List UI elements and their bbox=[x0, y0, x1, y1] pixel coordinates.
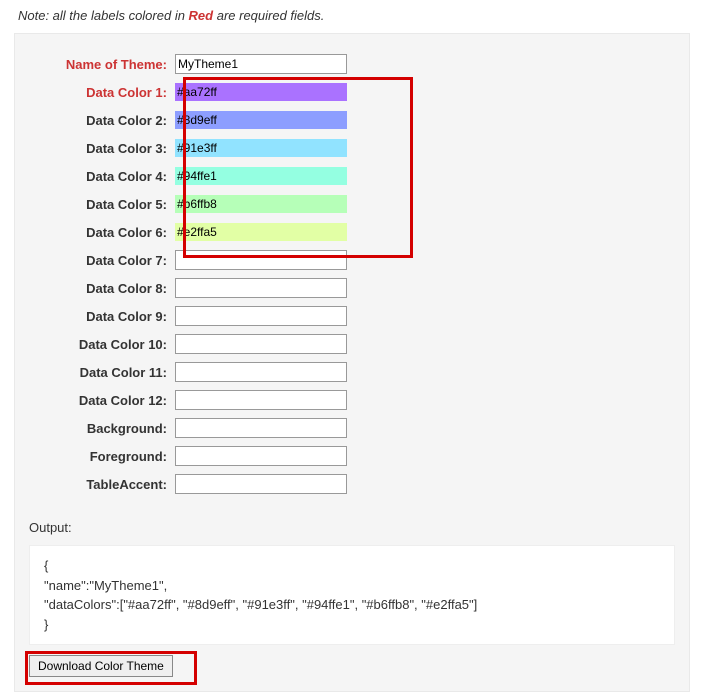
input-foreground[interactable] bbox=[175, 446, 347, 466]
swatch-color-3[interactable]: #91e3ff bbox=[175, 139, 347, 157]
swatch-color-6[interactable]: #e2ffa5 bbox=[175, 223, 347, 241]
label-color-8: Data Color 8: bbox=[29, 281, 175, 296]
swatch-color-2[interactable]: #8d9eff bbox=[175, 111, 347, 129]
label-tableaccent: TableAccent: bbox=[29, 477, 175, 492]
input-tableaccent[interactable] bbox=[175, 474, 347, 494]
label-color-7: Data Color 7: bbox=[29, 253, 175, 268]
input-background[interactable] bbox=[175, 418, 347, 438]
label-color-3: Data Color 3: bbox=[29, 141, 175, 156]
swatch-color-4[interactable]: #94ffe1 bbox=[175, 167, 347, 185]
output-line-1: { bbox=[44, 556, 660, 576]
input-theme-name[interactable] bbox=[175, 54, 347, 74]
note-prefix: Note: all the labels colored in bbox=[18, 8, 189, 23]
note-suffix: are required fields. bbox=[213, 8, 324, 23]
output-box: { "name":"MyTheme1", "dataColors":["#aa7… bbox=[29, 545, 675, 645]
input-color-9[interactable] bbox=[175, 306, 347, 326]
label-theme-name: Name of Theme: bbox=[29, 57, 175, 72]
swatch-color-5[interactable]: #b6ffb8 bbox=[175, 195, 347, 213]
output-label: Output: bbox=[29, 520, 675, 535]
download-button[interactable]: Download Color Theme bbox=[29, 655, 173, 677]
label-color-11: Data Color 11: bbox=[29, 365, 175, 380]
label-color-4: Data Color 4: bbox=[29, 169, 175, 184]
input-color-11[interactable] bbox=[175, 362, 347, 382]
label-color-9: Data Color 9: bbox=[29, 309, 175, 324]
input-color-12[interactable] bbox=[175, 390, 347, 410]
note-text: Note: all the labels colored in Red are … bbox=[0, 0, 704, 33]
label-color-6: Data Color 6: bbox=[29, 225, 175, 240]
output-line-2: "name":"MyTheme1", bbox=[44, 576, 660, 596]
theme-panel: Name of Theme: Data Color 1: #aa72ff Dat… bbox=[14, 33, 690, 692]
label-foreground: Foreground: bbox=[29, 449, 175, 464]
input-color-7[interactable] bbox=[175, 250, 347, 270]
output-line-3: "dataColors":["#aa72ff", "#8d9eff", "#91… bbox=[44, 595, 660, 615]
label-color-12: Data Color 12: bbox=[29, 393, 175, 408]
input-color-10[interactable] bbox=[175, 334, 347, 354]
label-color-10: Data Color 10: bbox=[29, 337, 175, 352]
label-color-1: Data Color 1: bbox=[29, 85, 175, 100]
output-line-4: } bbox=[44, 615, 660, 635]
label-background: Background: bbox=[29, 421, 175, 436]
note-emphasis: Red bbox=[189, 8, 214, 23]
input-color-8[interactable] bbox=[175, 278, 347, 298]
swatch-color-1[interactable]: #aa72ff bbox=[175, 83, 347, 101]
label-color-5: Data Color 5: bbox=[29, 197, 175, 212]
label-color-2: Data Color 2: bbox=[29, 113, 175, 128]
